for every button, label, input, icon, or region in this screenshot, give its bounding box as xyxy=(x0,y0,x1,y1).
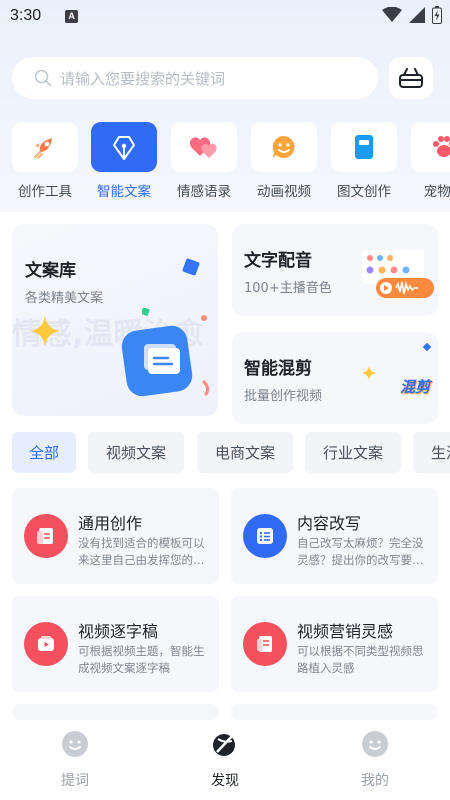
search-placeholder: 请输入您要搜索的关键词 xyxy=(60,69,226,88)
category-label: 创作工具 xyxy=(18,184,72,200)
pen-nib-icon xyxy=(113,136,135,160)
category-creation-tools[interactable]: 创作工具 xyxy=(12,122,78,200)
category-emotional-quotes[interactable]: 情感语录 xyxy=(171,122,237,200)
tool-card-partial[interactable] xyxy=(231,704,438,720)
category-pet-community[interactable]: 宠物社 xyxy=(411,122,450,200)
tab-life[interactable]: 生活 xyxy=(413,432,450,473)
basket-icon xyxy=(399,68,423,88)
rocket-icon xyxy=(33,138,52,160)
mix-badge: 混剪 xyxy=(400,378,431,396)
status-time: 3:30 xyxy=(10,7,42,24)
list-icon xyxy=(243,514,287,558)
tool-video-transcript[interactable]: 视频逐字稿 可根据视频主题，智能生成视频文案逐字稿 xyxy=(12,596,219,692)
diamond-small-icon xyxy=(422,342,432,352)
voice-panel-icon xyxy=(362,250,434,298)
confetti-icon xyxy=(142,308,210,396)
notes-icon xyxy=(243,622,287,666)
nav-label: 发现 xyxy=(211,773,239,789)
tool-card-partial[interactable] xyxy=(12,704,219,720)
category-animated-video[interactable]: 动画视频 xyxy=(251,122,317,200)
card-title: 文案库 xyxy=(25,261,76,281)
signal-icon xyxy=(409,7,425,23)
profile-icon xyxy=(362,731,388,757)
wifi-icon xyxy=(382,7,402,22)
main-content: 情感,温暖治愈 文案库 各类精美文案 文字配音 100+主播音色 智能混剪 批量… xyxy=(0,212,450,720)
basket-button[interactable] xyxy=(389,57,433,99)
category-label: 动画视频 xyxy=(257,184,311,200)
card-subtitle: 批量创作视频 xyxy=(244,389,323,404)
notebook-icon xyxy=(355,135,373,159)
tab-video-copy[interactable]: 视频文案 xyxy=(88,432,184,473)
tab-ecommerce-copy[interactable]: 电商文案 xyxy=(197,432,293,473)
video-icon xyxy=(24,622,68,666)
nav-mine[interactable]: 我的 xyxy=(335,730,415,790)
notification-badge-icon: A xyxy=(65,9,79,23)
sparkle-small-icon xyxy=(362,366,376,380)
category-row: 创作工具 智能文案 情感语录 动画视频 图文创作 宠物 xyxy=(0,122,450,204)
status-bar: 3:30 A xyxy=(0,0,450,32)
tool-title: 通用创作 xyxy=(78,514,143,533)
category-label: 宠物社 xyxy=(423,184,450,200)
category-label: 图文创作 xyxy=(337,184,391,200)
nav-prompter[interactable]: 提词 xyxy=(35,730,115,790)
category-tile xyxy=(251,122,317,172)
card-title: 文字配音 xyxy=(244,251,312,271)
tool-description: 没有找到适合的模板可以来这里自己由发挥您的… xyxy=(78,536,205,567)
tool-title: 视频营销灵感 xyxy=(297,622,394,641)
tool-content-rewrite[interactable]: 内容改写 自己改写太麻烦？完全没灵感？提出你的改写要… xyxy=(231,488,438,584)
tool-description: 可根据视频主题，智能生成视频文案逐字稿 xyxy=(78,644,205,675)
smart-mix-card[interactable]: 智能混剪 批量创作视频 混剪 xyxy=(232,332,438,424)
category-label: 情感语录 xyxy=(177,184,231,200)
category-tile xyxy=(331,122,397,172)
compass-icon xyxy=(213,732,236,756)
smile-icon xyxy=(62,731,88,757)
category-tile xyxy=(171,122,237,172)
text-dubbing-card[interactable]: 文字配音 100+主播音色 xyxy=(232,224,438,316)
sparkle-icon xyxy=(30,316,60,346)
search-bar[interactable]: 请输入您要搜索的关键词 xyxy=(12,57,378,99)
tool-description: 自己改写太麻烦？完全没灵感？提出你的改写要… xyxy=(297,536,424,567)
tool-general-creation[interactable]: 通用创作 没有找到适合的模板可以来这里自己由发挥您的… xyxy=(12,488,219,584)
battery-icon xyxy=(432,6,442,24)
status-icons xyxy=(382,6,442,24)
smile-bubble-icon xyxy=(272,135,295,158)
card-subtitle: 100+主播音色 xyxy=(244,281,332,296)
bottom-navigation: 提词 发现 我的 xyxy=(0,720,450,800)
tool-video-marketing-ideas[interactable]: 视频营销灵感 可以根据不同类型视频思路植入灵感 xyxy=(231,596,438,692)
tool-description: 可以根据不同类型视频思路植入灵感 xyxy=(297,644,424,675)
document-icon xyxy=(24,514,68,558)
hearts-icon xyxy=(189,137,217,158)
category-graphic-creation[interactable]: 图文创作 xyxy=(331,122,397,200)
copy-library-card[interactable]: 情感,温暖治愈 文案库 各类精美文案 xyxy=(12,224,218,416)
tab-all[interactable]: 全部 xyxy=(12,432,76,473)
tool-title: 内容改写 xyxy=(297,514,362,533)
search-icon xyxy=(34,69,52,87)
filter-tabs: 全部 视频文案 电商文案 行业文案 生活 xyxy=(0,432,450,474)
card-subtitle: 各类精美文案 xyxy=(25,291,104,306)
category-smart-copywriting[interactable]: 智能文案 xyxy=(91,122,157,200)
nav-label: 提词 xyxy=(61,773,89,789)
card-title: 智能混剪 xyxy=(244,359,312,379)
nav-discover[interactable]: 发现 xyxy=(185,730,265,790)
nav-label: 我的 xyxy=(361,773,389,789)
category-tile xyxy=(411,122,450,172)
category-label: 智能文案 xyxy=(97,184,151,200)
tab-industry-copy[interactable]: 行业文案 xyxy=(305,432,401,473)
category-tile xyxy=(91,122,157,172)
tool-title: 视频逐字稿 xyxy=(78,622,159,641)
category-tile xyxy=(12,122,78,172)
blue-diamond-icon xyxy=(182,258,200,276)
paw-icon xyxy=(433,136,450,157)
